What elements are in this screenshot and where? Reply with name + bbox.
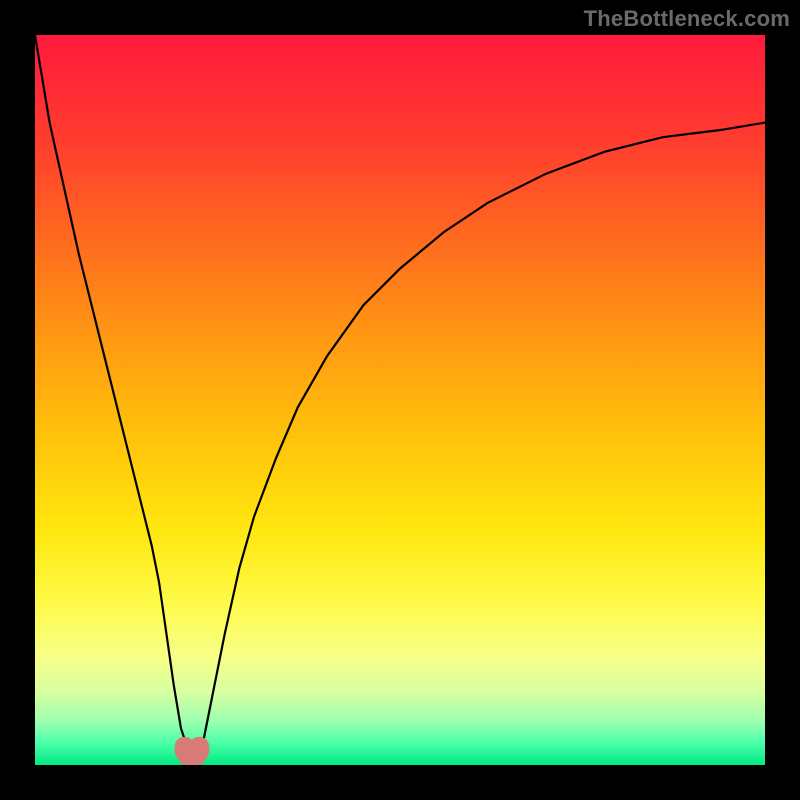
plot-area xyxy=(35,35,765,765)
marker-dot-1 xyxy=(189,740,209,760)
chart-frame: TheBottleneck.com xyxy=(0,0,800,800)
curves-layer xyxy=(35,35,765,765)
curve-left xyxy=(35,35,196,758)
watermark-text: TheBottleneck.com xyxy=(584,6,790,32)
curve-right xyxy=(196,123,765,758)
marker-group xyxy=(175,740,210,760)
